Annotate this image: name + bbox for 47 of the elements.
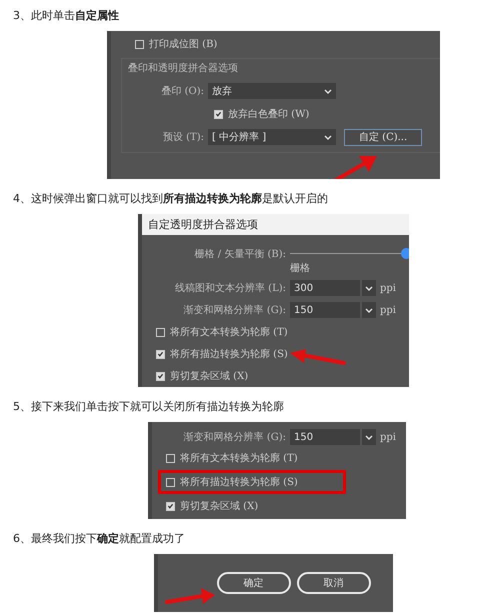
slider-caption: 栅格 xyxy=(290,262,311,275)
checkbox[interactable] xyxy=(135,40,144,48)
dropdown-field[interactable]: 300 xyxy=(290,280,360,296)
slider-label: 栅格 / 矢量平衡 (B): xyxy=(194,248,287,261)
dropdown-field[interactable]: 150 xyxy=(290,429,360,445)
dialog-button[interactable]: 取消 xyxy=(296,572,370,594)
group-title: 叠印和透明度拼合器选项 xyxy=(128,62,239,75)
dialog-title: 自定透明度拼合器选项 xyxy=(142,214,409,235)
field-label: 线稿图和文本分辨率 (L): xyxy=(174,282,287,295)
field-label: 渐变和网格分辨率 (G): xyxy=(182,430,287,444)
caret-icon xyxy=(324,87,332,95)
checkbox[interactable] xyxy=(156,350,165,358)
checkbox[interactable] xyxy=(214,110,223,118)
dropdown-button[interactable] xyxy=(362,280,376,296)
checkbox-label: 剪切复杂区域 (X) xyxy=(170,370,248,383)
step-instruction: 6、最终我们按下确定就配置成功了 xyxy=(13,531,186,547)
caret-icon xyxy=(365,433,373,441)
slider[interactable] xyxy=(290,247,409,261)
checkbox[interactable] xyxy=(166,454,175,462)
dropdown-field[interactable]: 放弃 xyxy=(208,83,336,99)
checkbox[interactable] xyxy=(156,372,165,380)
checkbox-label: 将所有文本转换为轮廓 (T) xyxy=(170,326,288,339)
dropdown-field[interactable]: [ 中分辨率 ] xyxy=(208,129,336,145)
caret-icon xyxy=(324,133,332,141)
field-label: 预设 (T): xyxy=(162,131,205,144)
caret-icon xyxy=(365,306,373,314)
step-instruction: 3、此时单击自定属性 xyxy=(13,8,120,24)
field-label: 叠印 (O): xyxy=(160,84,205,98)
step-instruction: 5、接下来我们单击按下就可以关闭所有描边转换为轮廓 xyxy=(13,399,285,415)
checkbox-label: 剪切复杂区域 (X) xyxy=(180,500,258,513)
dropdown-field[interactable]: 150 xyxy=(290,302,360,318)
checkbox-label: 将所有描边转换为轮廓 (S) xyxy=(170,347,288,361)
dropdown-button[interactable] xyxy=(362,429,376,445)
checkbox-label: 打印成位图 (B) xyxy=(149,38,218,51)
checkbox-label: 将所有描边转换为轮廓 (S) xyxy=(180,476,298,489)
checkbox-label: 将所有文本转换为轮廓 (T) xyxy=(180,452,298,465)
dropdown-button[interactable] xyxy=(362,302,376,318)
caret-icon xyxy=(365,284,373,292)
checkbox[interactable] xyxy=(166,478,175,486)
unit-label: ppi xyxy=(380,304,396,316)
checkbox[interactable] xyxy=(166,502,175,510)
checkbox[interactable] xyxy=(156,328,165,336)
unit-label: ppi xyxy=(380,282,396,294)
unit-label: ppi xyxy=(380,432,396,442)
field-label: 渐变和网格分辨率 (G): xyxy=(182,304,287,317)
step-instruction: 4、这时候弹出窗口就可以找到所有描边转换为轮廓是默认开启的 xyxy=(13,191,329,207)
checkbox-label: 放弃白色叠印 (W) xyxy=(228,108,310,121)
